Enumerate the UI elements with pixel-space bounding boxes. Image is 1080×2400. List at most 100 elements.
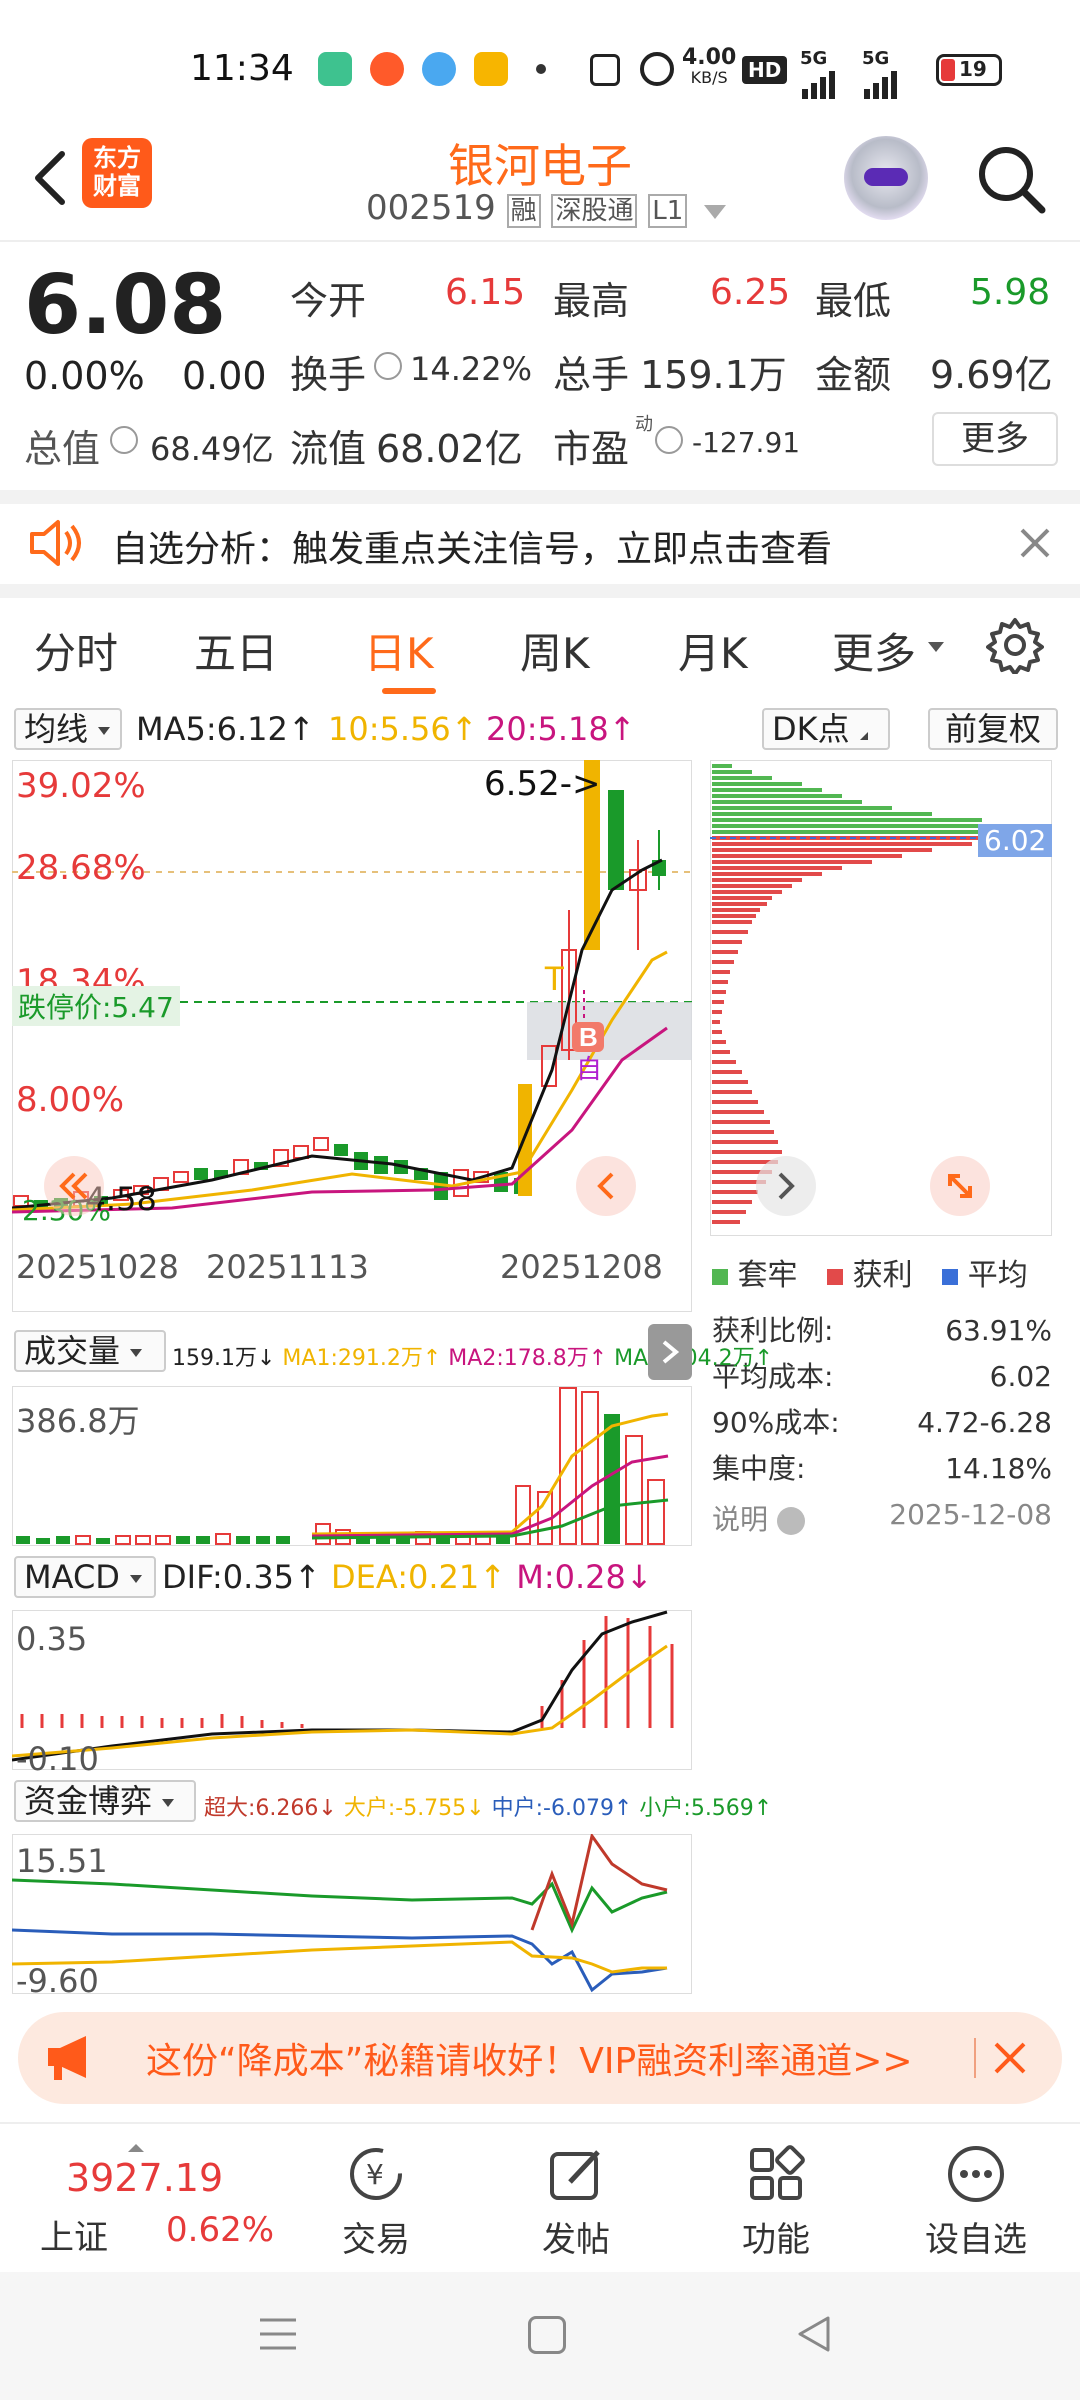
nfc-icon [590,54,620,86]
pe-value: -127.91 [692,426,801,459]
stock-switch-icon[interactable] [704,205,727,219]
tab-weekly-k[interactable]: 周K [520,620,590,681]
fullscreen-icon[interactable] [930,1156,990,1216]
dot-icon [536,64,546,74]
tab-five-day[interactable]: 五日 [194,620,278,681]
search-icon[interactable] [972,140,1052,220]
dk-point-button[interactable]: DK点 [762,708,890,750]
volume-select[interactable]: 成交量 [14,1330,166,1372]
adjust-button[interactable]: 前复权 [928,708,1058,750]
tag-sgt: 深股通 [551,194,638,228]
turnover-info-icon[interactable] [374,352,402,380]
post-edit-icon [546,2144,606,2204]
dropdown-icon [98,727,111,735]
tag-l1: L1 [648,194,688,228]
volume-label: 总手 [553,353,630,397]
settings-gear-icon[interactable] [986,616,1044,676]
system-nav-bar [0,2272,1080,2400]
indicator-select-label: 均线 [24,710,89,748]
macd-y-bot: -0.10 [16,1740,99,1778]
nav-trade-label: 交易 [342,2220,410,2260]
robot-assistant-icon[interactable] [844,136,928,220]
legend-avg-swatch [942,1269,959,1285]
low-label: 最低 [815,279,892,323]
volume-ma1-up-arrow: ↑ [422,1346,442,1371]
chip-price-tag: 6.02 [978,824,1053,857]
macd-dea-up-arrow: ↑ [479,1558,507,1596]
marker-zi: 自 [576,1054,602,1084]
volume-value: 159.1万 [640,353,787,397]
back-nav-icon[interactable] [794,2314,834,2354]
chip-stats: 获利比例: 63.91% 平均成本: 6.02 90%成本: 4.72-6.28 集中… [712,1308,1052,1492]
signal-1-label: 5G [800,48,828,69]
home-icon[interactable] [528,2316,566,2354]
amount-value: 9.69亿 [930,353,1053,397]
status-bar: 11:34 4.00 KB/S HD 5G 5G 19 [0,0,1080,130]
date-label-3: 20251208 [500,1248,663,1286]
open-value: 6.15 [445,272,526,313]
chip-row-value: 6.02 [989,1360,1052,1393]
tab-minute[interactable]: 分时 [34,620,118,681]
pe-info-icon[interactable] [655,426,683,454]
net-speed-value: 4.00 [682,45,737,70]
status-time: 11:34 [190,48,294,89]
chart-area: 均线 MA5:6.12↑ 10:5.56↑ 20:5.18↑ DK点 前复权 T… [0,700,1080,2000]
kline-chart: T B 自 [12,760,692,1312]
promo-text: 这份“降成本”秘籍请收好！VIP融资利率通道>> [146,2041,913,2082]
macd-select[interactable]: MACD [14,1556,156,1598]
svg-text:¥: ¥ [366,2158,384,2191]
weather-icon [422,52,456,86]
dk-corner-icon [859,732,868,740]
chip-note[interactable]: 说明 2025-12-08 [712,1498,1052,1538]
volume-value: 159.1万 [172,1346,257,1371]
macd-stats: DIF:0.35↑ DEA:0.21↑ M:0.28↓ [162,1558,653,1596]
dropdown-icon [130,1575,143,1583]
signal-icon-1: 5G [800,48,840,103]
candle [194,1168,208,1180]
dk-point-label: DK点 [772,710,850,748]
volume-bar [236,1536,250,1544]
ma20-up-arrow: ↑ [608,710,636,748]
promo-close-icon[interactable] [990,2038,1030,2078]
nav-function[interactable]: 功能 [706,2144,846,2261]
legend-trapped-swatch [712,1269,728,1285]
hd-icon: HD [742,56,788,84]
tab-more[interactable]: 更多 [832,620,916,681]
scroll-left-icon[interactable] [576,1156,636,1216]
macd-chart [12,1610,692,1770]
volume-ma2: MA2:178.8万 [448,1346,589,1371]
date-label-1: 20251028 [16,1248,179,1286]
volume-ma1: MA1:291.2万 [282,1346,423,1371]
indicator-select[interactable]: 均线 [14,708,122,750]
tab-more-dropdown-icon [928,642,944,652]
volume-bar [36,1538,50,1544]
tab-daily-k[interactable]: 日K [364,620,434,681]
mcap-label: 总值 [24,427,101,471]
candle [334,1144,348,1156]
legend-profit: 获利 [852,1258,913,1293]
macd-m: M:0.28 [516,1558,626,1596]
more-button[interactable]: 更多 [932,412,1058,466]
volume-bar [56,1536,70,1544]
volume-down-arrow: ↓ [256,1346,276,1371]
y-label-top: 39.02% [16,766,146,806]
collapse-panel-icon[interactable] [648,1324,692,1380]
nav-post[interactable]: 发帖 [506,2144,646,2261]
nav-add-watchlist[interactable]: 设自选 [906,2144,1046,2261]
promo-banner[interactable]: 这份“降成本”秘籍请收好！VIP融资利率通道>> [18,2012,1062,2104]
volume-bar [96,1538,110,1544]
menu-icon[interactable] [258,2316,298,2352]
volume-y-top: 386.8万 [16,1402,140,1440]
tab-monthly-k[interactable]: 月K [678,620,748,681]
mcap-info-icon[interactable] [110,426,138,454]
limit-down-label: 跌停价:5.47 [12,986,180,1026]
fund-super-down-arrow: ↓ [318,1796,337,1821]
notice-close-icon[interactable] [1018,526,1052,560]
chip-scroll-right-icon[interactable] [756,1156,816,1216]
high-annotation: 6.52-> [484,764,601,804]
open-label: 今开 [290,279,367,323]
notice-bar[interactable]: 自选分析：触发重点关注信号，立即点击查看 [0,490,1080,598]
fund-select[interactable]: 资金博弈 [14,1780,196,1822]
scroll-left-fast-icon[interactable] [44,1156,104,1216]
nav-trade[interactable]: ¥ 交易 [306,2144,446,2261]
